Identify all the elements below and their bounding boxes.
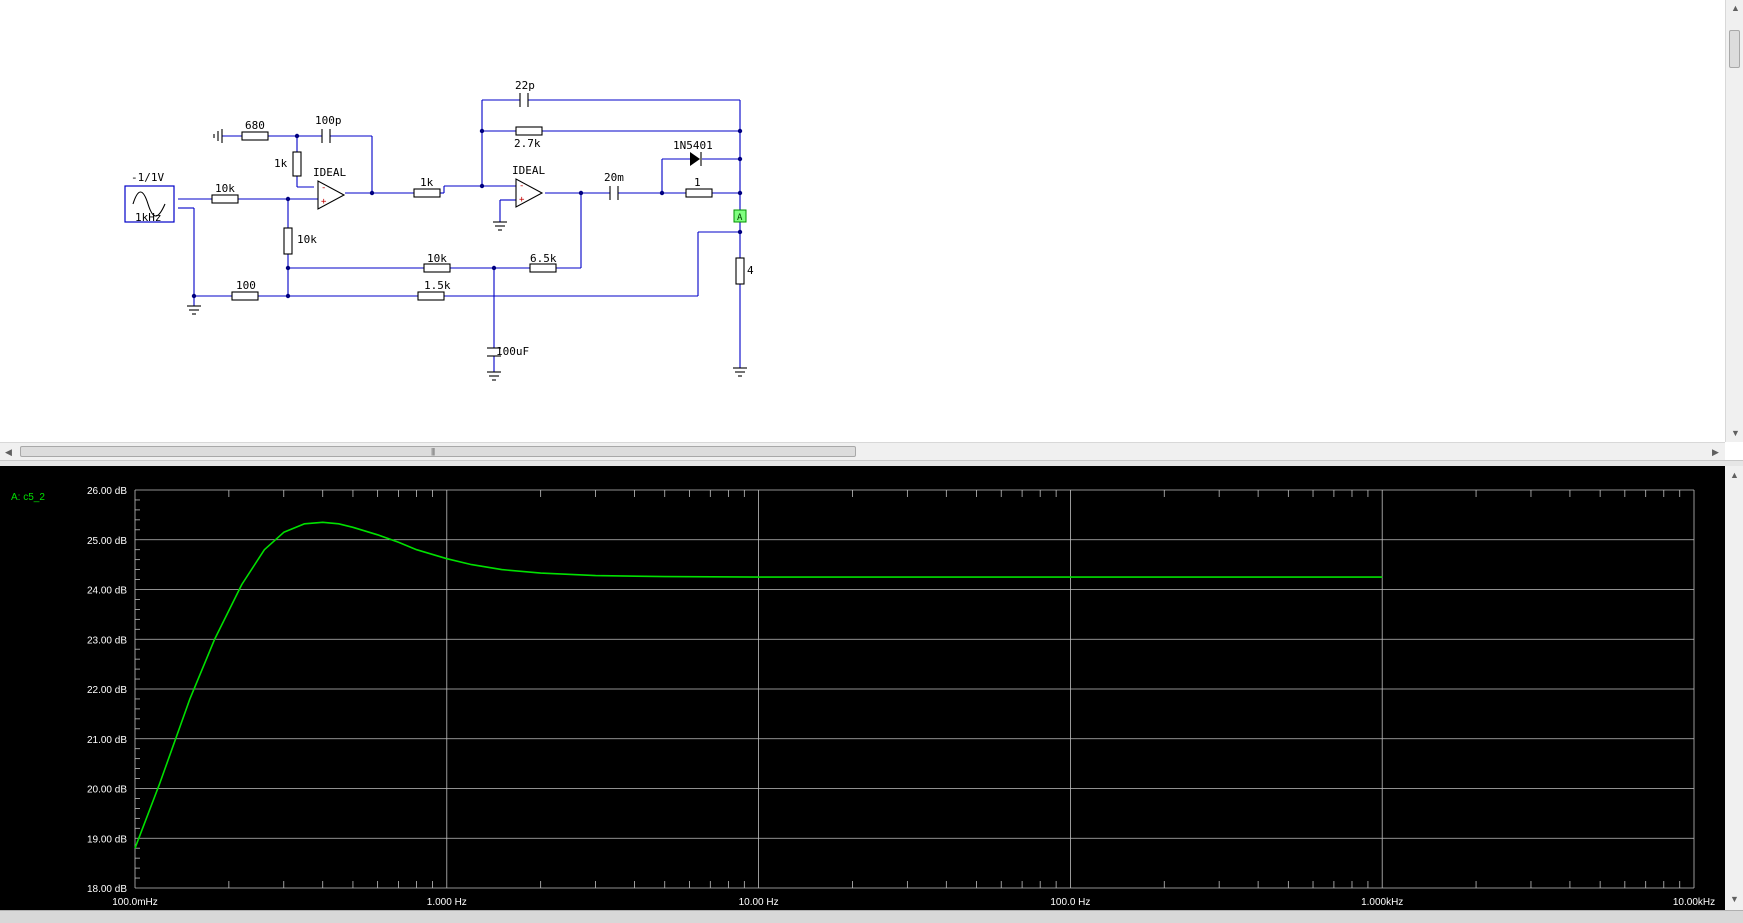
resistor-r-in[interactable]: 10k [211, 182, 239, 204]
resistor-r-series[interactable]: 1 [685, 176, 713, 198]
plot-scroll-down-arrow-icon[interactable]: ▼ [1730, 894, 1739, 904]
resistor-r-bias-label: 10k [297, 233, 317, 246]
y-tick-label: 24.00 dB [87, 586, 127, 597]
resistor-r-fb1-label: 1k [274, 157, 288, 170]
resistor-r-680-label: 680 [245, 119, 265, 132]
plot-vertical-scrollbar[interactable]: ▲ ▼ [1725, 466, 1743, 910]
opamp-1[interactable]: - + IDEAL [313, 166, 346, 210]
junction-dots [191, 128, 743, 299]
plot-window[interactable]: A: c5_2 26.00 dB 25.00 dB 24.00 dB 23.00 dB… [0, 466, 1725, 910]
signal-source[interactable]: -1/1V 1kHz [124, 171, 175, 224]
source-frequency-label: 1kHz [135, 211, 162, 224]
resistor-r-sense-label: 1.5k [424, 279, 451, 292]
x-tick-label: 1.000 Hz [427, 897, 467, 908]
trace-legend-label: A: c5_2 [11, 492, 45, 503]
plot-grid [134, 489, 1695, 889]
scroll-up-arrow-icon[interactable]: ▲ [1731, 3, 1740, 13]
schematic-canvas[interactable]: -1/1V 1kHz 10k 680 1k 10k 1k 2.7k 1 10k … [0, 0, 1725, 442]
probe-a-marker[interactable]: A [733, 209, 747, 223]
resistor-r-series-label: 1 [694, 176, 701, 189]
plot-scroll-up-arrow-icon[interactable]: ▲ [1730, 470, 1739, 480]
y-tick-label: 21.00 dB [87, 735, 127, 746]
scroll-right-arrow-icon[interactable]: ▶ [1712, 447, 1719, 457]
schematic-vertical-scrollbar[interactable]: ▲ ▼ [1725, 0, 1743, 442]
capacitor-c-ff-label: 100p [315, 114, 342, 127]
scroll-left-arrow-icon[interactable]: ◀ [5, 447, 12, 457]
y-axis-labels: 26.00 dB 25.00 dB 24.00 dB 23.00 dB 22.00 dB… [87, 486, 127, 895]
resistor-r-load-label: 4 [747, 264, 754, 277]
resistor-r-in-label: 10k [215, 182, 235, 195]
x-tick-label: 10.00 Hz [739, 897, 779, 908]
y-tick-label: 20.00 dB [87, 785, 127, 796]
opamp-2[interactable]: - + IDEAL [512, 164, 545, 208]
ground-symbols [187, 129, 747, 381]
frequency-response-chart: A: c5_2 26.00 dB 25.00 dB 24.00 dB 23.00 dB… [11, 486, 1715, 908]
resistor-r-fb4[interactable]: 6.5k [529, 252, 557, 273]
y-tick-label: 23.00 dB [87, 635, 127, 646]
capacitor-c-bulk[interactable]: 100uF [487, 345, 529, 358]
diode-label: 1N5401 [673, 139, 713, 152]
svg-text:+: + [519, 195, 525, 205]
svg-text:-: - [519, 181, 524, 191]
svg-text:-: - [321, 183, 326, 193]
capacitor-c-fb-label: 22p [515, 79, 535, 92]
capacitor-c-ff[interactable]: 100p [315, 114, 342, 143]
resistor-r-fb3-label: 10k [427, 252, 447, 265]
x-tick-label: 100.0mHz [112, 897, 158, 908]
y-tick-label: 22.00 dB [87, 685, 127, 696]
resistor-r-mid[interactable]: 1k [413, 176, 441, 198]
schematic-diagram[interactable]: -1/1V 1kHz 10k 680 1k 10k 1k 2.7k 1 10k … [0, 0, 1725, 442]
svg-text:+: + [321, 197, 327, 207]
resistor-r-bias[interactable]: 10k [283, 227, 317, 255]
resistor-r-sense[interactable]: 1.5k [417, 279, 451, 301]
x-tick-label: 100.0 Hz [1050, 897, 1090, 908]
scroll-down-arrow-icon[interactable]: ▼ [1731, 428, 1740, 438]
resistor-r-fb4-label: 6.5k [530, 252, 557, 265]
capacitor-c-out-label: 20m [604, 171, 624, 184]
probe-label: A [737, 213, 743, 223]
status-strip [0, 910, 1743, 923]
opamp-2-label: IDEAL [512, 164, 545, 177]
y-tick-label: 19.00 dB [87, 834, 127, 845]
opamp-1-label: IDEAL [313, 166, 346, 179]
resistor-r-gnd[interactable]: 100 [231, 279, 259, 301]
x-axis-labels: 100.0mHz 1.000 Hz 10.00 Hz 100.0 Hz 1.000kHz… [112, 897, 1715, 908]
scroll-grip-icon: ||| [431, 447, 435, 456]
schematic-horizontal-scrollbar[interactable]: ◀ ||| ▶ [0, 442, 1725, 460]
schematic-vscroll-thumb[interactable] [1729, 30, 1740, 68]
y-tick-label: 18.00 dB [87, 884, 127, 895]
resistor-r-load[interactable]: 4 [735, 257, 754, 285]
x-tick-label: 10.00kHz [1673, 897, 1715, 908]
source-amplitude-label: -1/1V [131, 171, 164, 184]
schematic-hscroll-thumb[interactable]: ||| [20, 446, 856, 457]
schematic-wires [178, 99, 741, 372]
capacitor-c-bulk-label: 100uF [496, 345, 529, 358]
resistor-r-fb3[interactable]: 10k [423, 252, 451, 273]
diode-1n5401[interactable]: 1N5401 [673, 139, 713, 166]
y-tick-label: 25.00 dB [87, 536, 127, 547]
resistor-r-fb2[interactable]: 2.7k [514, 126, 543, 150]
capacitor-c-out[interactable]: 20m [604, 171, 624, 200]
resistor-r-gnd-label: 100 [236, 279, 256, 292]
resistor-r-mid-label: 1k [420, 176, 434, 189]
x-tick-label: 1.000kHz [1361, 897, 1403, 908]
resistor-r-fb1[interactable]: 1k [274, 151, 302, 177]
y-tick-label: 26.00 dB [87, 486, 127, 497]
capacitor-c-fb[interactable]: 22p [515, 79, 535, 107]
resistor-r-fb2-label: 2.7k [514, 137, 541, 150]
resistor-r-680[interactable]: 680 [241, 119, 269, 141]
